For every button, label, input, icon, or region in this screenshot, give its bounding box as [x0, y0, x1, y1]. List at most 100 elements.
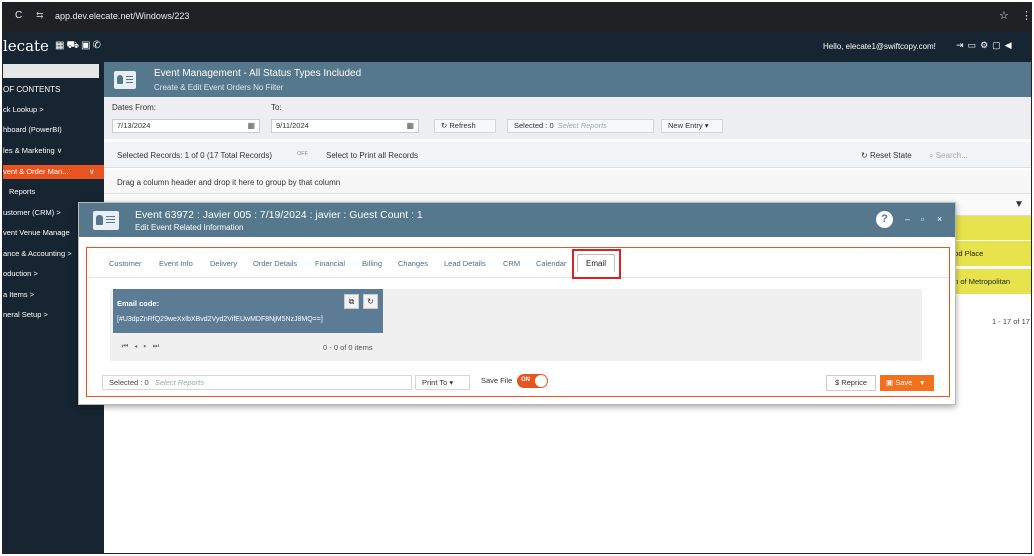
chevron-right-icon: >	[56, 208, 61, 217]
modal-subtitle: Edit Event Related Information	[135, 223, 244, 232]
sidebar-item-label: ustomer (CRM)	[3, 208, 55, 217]
reload-icon[interactable]: C	[15, 10, 22, 21]
print-all-toggle[interactable]: OFF	[297, 151, 308, 157]
print-all-label: Select to Print all Records	[326, 151, 419, 160]
next-page-icon[interactable]: ▸	[143, 343, 152, 350]
new-entry-label: New Entry	[668, 121, 703, 130]
new-entry-dropdown[interactable]: New Entry ▾	[661, 119, 723, 133]
save-file-toggle[interactable]: ON	[517, 374, 548, 388]
modal-header: Event 63972 : Javier 005 : 7/19/2024 : j…	[79, 203, 955, 237]
date-from-field[interactable]: 7/13/2024 ▦	[112, 119, 260, 133]
calendar-icon[interactable]: ▦	[55, 40, 66, 51]
chevron-right-icon: >	[67, 249, 72, 258]
date-to-field[interactable]: 9/11/2024 ▦	[271, 119, 419, 133]
tab-financial[interactable]: Financial	[315, 259, 345, 268]
select-reports-dropdown[interactable]: Selected : 0 Select Reports	[507, 119, 654, 133]
date-from-value: 7/13/2024	[117, 121, 151, 130]
refresh-icon: ↻	[441, 121, 448, 130]
sidebar-item-reports[interactable]: Reports	[3, 185, 104, 199]
page-subtitle: Create & Edit Event Orders No Filter	[154, 83, 284, 92]
email-tab-panel: Email code: [#U3dpZnRfQ29weXxIbXBvd2Vyd2…	[110, 289, 922, 361]
group-hint: Drag a column header and drop it here to…	[117, 178, 341, 187]
contact-card-icon	[114, 71, 136, 89]
sidebar-item-lookup[interactable]: ck Lookup >	[3, 103, 104, 117]
grid-toolbar: Selected Records: 1 of 0 (17 Total Recor…	[104, 142, 1031, 168]
tab-changes[interactable]: Changes	[398, 259, 428, 268]
maximize-icon[interactable]: ▫	[921, 214, 924, 224]
grid-row-highlight[interactable]	[947, 216, 1031, 240]
sidebar-item-label: vent & Order Man...	[3, 167, 69, 176]
site-settings-icon[interactable]: ⇆	[36, 10, 44, 21]
group-by-area[interactable]: Drag a column header and drop it here to…	[104, 170, 1031, 194]
event-edit-modal: Event 63972 : Javier 005 : 7/19/2024 : j…	[78, 202, 956, 405]
tab-customer[interactable]: Customer	[109, 259, 142, 268]
calendar-icon[interactable]: ▦	[406, 120, 414, 132]
footer-selected-count: Selected : 0	[109, 378, 149, 387]
sidebar-item-event-order[interactable]: vent & Order Man... ∨	[3, 165, 104, 179]
tab-event-info[interactable]: Event Info	[159, 259, 193, 268]
minimize-icon[interactable]: –	[905, 214, 910, 224]
sidebar-item-label: hboard (PowerBI)	[3, 125, 62, 134]
grid-search-placeholder: Search...	[935, 151, 968, 160]
refresh-button[interactable]: ↻ Refresh	[434, 119, 496, 133]
screenshot-frame: C ⇆ app.dev.elecate.net/Windows/223 ☆ ⋮ …	[2, 2, 1032, 554]
app-logo[interactable]: lecate	[3, 37, 49, 55]
tab-order-details[interactable]: Order Details	[253, 259, 297, 268]
copy-icon[interactable]: ⧉	[344, 294, 359, 309]
sidebar-item-label: les & Marketing	[3, 146, 55, 155]
grid-row[interactable]: en of Metropolitan	[947, 269, 1031, 294]
selected-records-text: Selected Records: 1 of 0 (17 Total Recor…	[117, 151, 273, 160]
tab-delivery[interactable]: Delivery	[210, 259, 237, 268]
tab-lead-details[interactable]: Lead Details	[444, 259, 486, 268]
folder-icon[interactable]: ▭	[968, 40, 981, 50]
grid-row[interactable]: ood Place	[947, 241, 1031, 266]
save-button[interactable]: ▣ Save ▾	[880, 375, 934, 391]
sidebar-search-input[interactable]	[3, 64, 99, 78]
chevron-right-icon: >	[29, 290, 35, 299]
pager-controls: ⏮◂▸⏭	[122, 343, 165, 351]
modal-footer: Selected : 0 Select Reports Print To ▾ S…	[87, 371, 949, 397]
address-bar[interactable]: app.dev.elecate.net/Windows/223	[55, 11, 189, 21]
sidebar-item-sales-marketing[interactable]: les & Marketing ∨	[3, 144, 104, 158]
calendar-icon[interactable]: ▦	[247, 120, 255, 132]
chevron-down-icon: ∨	[56, 146, 63, 155]
reset-icon: ↻	[861, 151, 868, 160]
filter-icon[interactable]: ▼	[1014, 199, 1024, 210]
modal-tabs: Customer Event Info Delivery Order Detai…	[87, 248, 949, 279]
last-page-icon[interactable]: ⏭	[153, 343, 165, 350]
floppy-icon: ▣	[886, 378, 894, 387]
page-title: Event Management - All Status Types Incl…	[154, 68, 362, 79]
chevron-right-icon: >	[39, 105, 44, 114]
close-icon[interactable]: ×	[937, 214, 942, 224]
megaphone-icon[interactable]: ◀	[1005, 40, 1016, 50]
sidebar-item-label: vent Venue Manage	[3, 228, 70, 237]
first-page-icon[interactable]: ⏮	[122, 343, 134, 350]
building-icon[interactable]: ▣	[81, 40, 92, 51]
phone-icon[interactable]: ✆	[93, 40, 103, 51]
bookmark-star-icon[interactable]: ☆	[999, 9, 1009, 22]
reset-state-button[interactable]: ↻ Reset State	[861, 151, 912, 160]
gear-icon[interactable]: ⚙	[980, 40, 992, 50]
contact-card-icon	[93, 211, 119, 230]
footer-select-reports[interactable]: Selected : 0 Select Reports	[102, 375, 412, 390]
logout-icon[interactable]: ⇥	[956, 40, 968, 50]
help-icon[interactable]: ?	[876, 211, 893, 228]
app-header: lecate ▦⛟▣✆ Hello, elecate1@swiftcopy.co…	[3, 32, 1031, 62]
tab-crm[interactable]: CRM	[503, 259, 520, 268]
profile-icon[interactable]: ⋮	[1021, 9, 1031, 22]
sidebar-item-dashboard[interactable]: hboard (PowerBI)	[3, 123, 104, 137]
tab-calendar[interactable]: Calendar	[536, 259, 566, 268]
toggle-knob	[535, 375, 547, 387]
tab-billing[interactable]: Billing	[362, 259, 382, 268]
save-label: Save	[895, 378, 913, 387]
sidebar-item-label: a Items	[3, 290, 28, 299]
reprice-button[interactable]: $ Reprice	[826, 375, 876, 391]
caret-down-icon[interactable]: ▾	[920, 378, 924, 387]
truck-icon[interactable]: ⛟	[66, 40, 81, 51]
chevron-down-icon: ∨	[89, 167, 95, 176]
grid-search-input[interactable]: ⌕ Search...	[929, 151, 968, 161]
print-to-dropdown[interactable]: Print To ▾	[415, 375, 470, 390]
refresh-icon[interactable]: ↻	[363, 294, 378, 309]
chat-icon[interactable]: ▢	[992, 40, 1005, 50]
print-to-label: Print To	[422, 378, 448, 387]
